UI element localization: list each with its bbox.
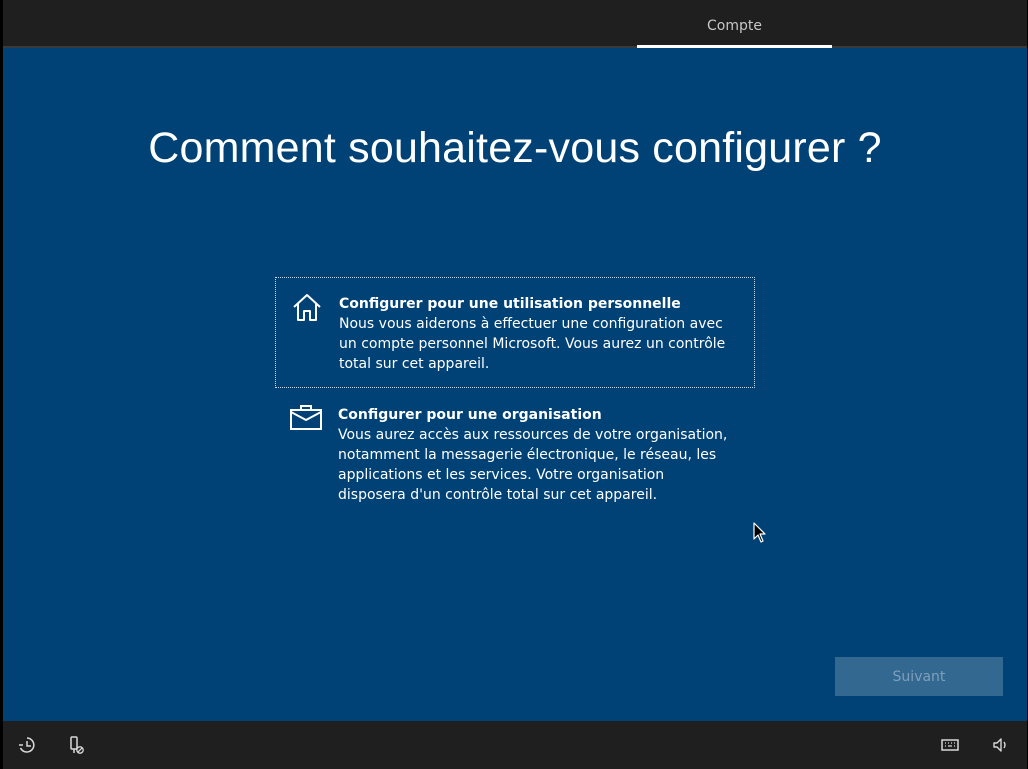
option-personal-description: Nous vous aiderons à effectuer une confi… [339,316,726,372]
home-icon [293,294,321,321]
option-organization-title: Configurer pour une organisation [338,407,602,423]
ease-of-access-icon[interactable] [17,735,37,755]
page-title: Comment souhaitez-vous configurer ? [148,124,882,172]
next-button[interactable]: Suivant [835,657,1003,696]
volume-icon[interactable] [991,735,1011,755]
option-organization-description: Vous aurez accès aux ressources de votre… [338,427,728,503]
tab-active-indicator [637,45,832,48]
mouse-cursor-icon [753,522,766,543]
microphone-off-icon[interactable] [66,735,86,755]
keyboard-icon[interactable] [940,735,960,755]
briefcase-icon [290,405,322,430]
top-bar: Compte [3,0,1027,48]
option-personal-title: Configurer pour une utilisation personne… [339,296,681,312]
option-personal-use[interactable]: Configurer pour une utilisation personne… [275,277,755,388]
bottom-bar [3,721,1027,769]
tab-account: Compte [707,18,762,34]
option-organization[interactable]: Configurer pour une organisation Vous au… [275,389,755,519]
oobe-window: Compte Comment souhaitez-vous configurer… [3,0,1027,769]
